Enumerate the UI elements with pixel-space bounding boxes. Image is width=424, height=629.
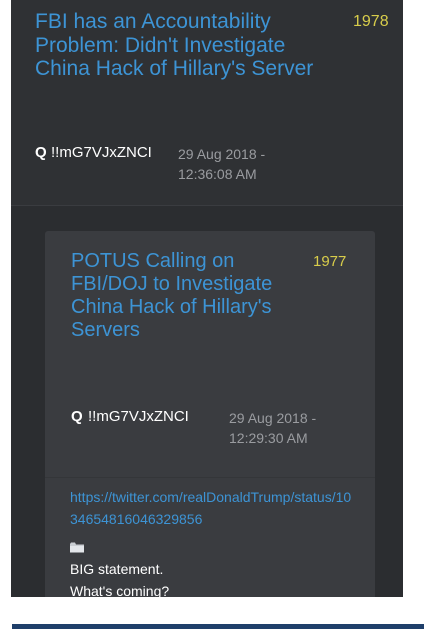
- post-title-link[interactable]: FBI has an Accountability Problem: Didn'…: [35, 10, 335, 81]
- post-divider: [11, 205, 403, 206]
- author-name: Q: [35, 144, 47, 161]
- folder-icon: [70, 542, 84, 553]
- post-card: FBI has an Accountability Problem: Didn'…: [11, 0, 403, 205]
- quoted-tripcode: !!mG7VJxZNCI: [88, 408, 189, 425]
- quoted-post: POTUS Calling on FBI/DOJ to Investigate …: [45, 231, 375, 597]
- post-text-line: What's coming?: [70, 583, 170, 597]
- post-time: 12:36:08 AM: [178, 166, 257, 182]
- bottom-border: [12, 624, 424, 629]
- quoted-title-link[interactable]: POTUS Calling on FBI/DOJ to Investigate …: [71, 250, 291, 342]
- post-panel: FBI has an Accountability Problem: Didn'…: [11, 0, 403, 597]
- tripcode: !!mG7VJxZNCI: [51, 144, 152, 161]
- twitter-link[interactable]: https://twitter.com/realDonaldTrump/stat…: [70, 487, 355, 530]
- quoted-time: 12:29:30 AM: [229, 430, 308, 446]
- post-number[interactable]: 1978: [353, 13, 389, 31]
- quoted-body-divider: [45, 477, 375, 478]
- post-date: 29 Aug 2018 -: [178, 146, 266, 162]
- quoted-timestamp: 29 Aug 2018 - 12:29:30 AM: [229, 408, 389, 448]
- quoted-date: 29 Aug 2018 -: [229, 410, 317, 426]
- post-timestamp: 29 Aug 2018 - 12:36:08 AM: [178, 144, 338, 184]
- post-text-line: BIG statement.: [70, 561, 164, 577]
- quoted-author-name: Q: [71, 408, 83, 425]
- quoted-post-number[interactable]: 1977: [313, 253, 346, 270]
